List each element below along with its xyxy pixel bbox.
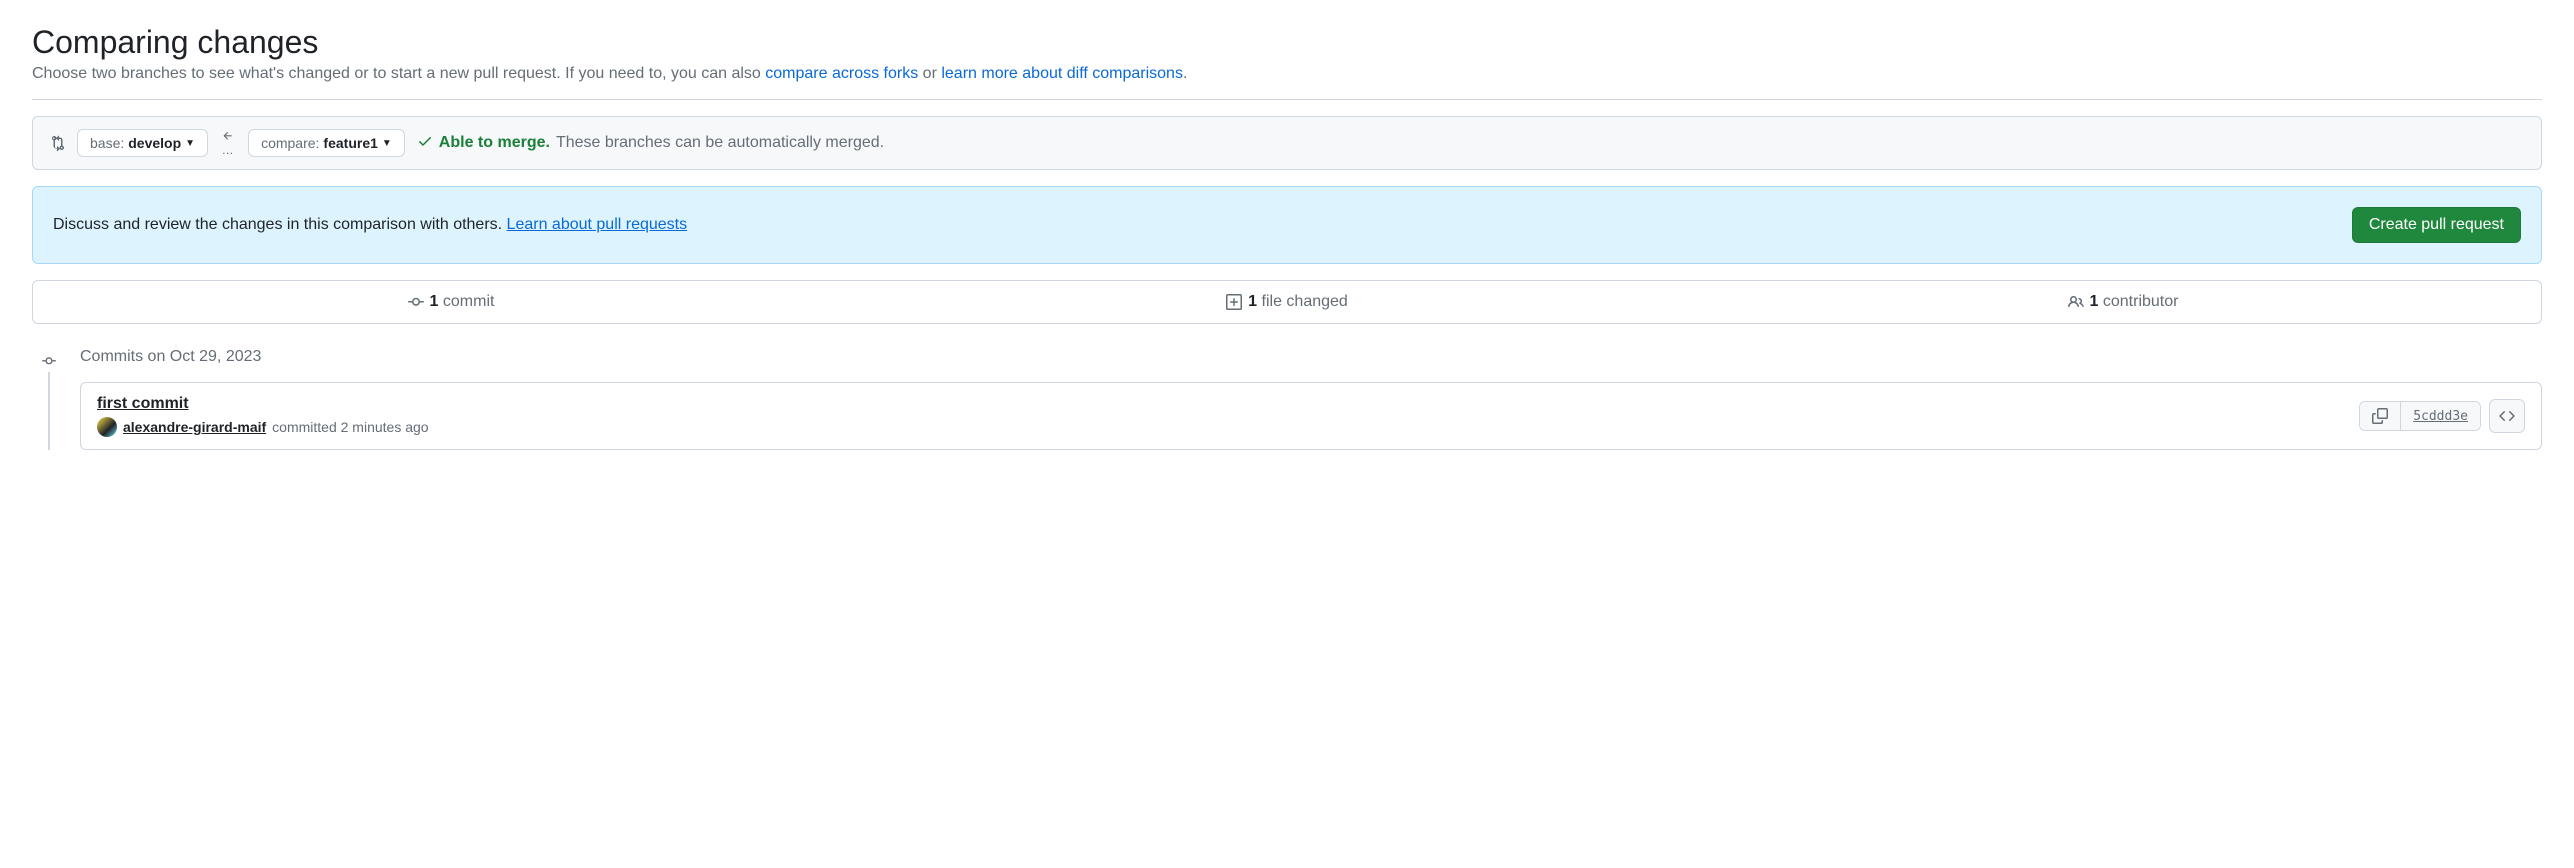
copy-sha-button[interactable] xyxy=(2360,402,2401,430)
commit-author-link[interactable]: alexandre-girard-maif xyxy=(123,419,266,435)
create-pr-banner: Discuss and review the changes in this c… xyxy=(32,186,2542,264)
tab-commits[interactable]: 1 commit xyxy=(33,281,869,323)
subtitle-period: . xyxy=(1183,65,1187,82)
commit-row: first commit alexandre-girard-maif commi… xyxy=(80,382,2542,450)
commit-actions: 5cddd3e xyxy=(2359,399,2525,433)
create-pull-request-button[interactable]: Create pull request xyxy=(2352,207,2521,243)
commit-time-text: committed 2 minutes ago xyxy=(272,419,428,435)
people-icon xyxy=(2068,294,2084,310)
range-editor: base: develop ▼ … compare: feature1 ▼ Ab… xyxy=(32,116,2542,170)
learn-pull-requests-link[interactable]: Learn about pull requests xyxy=(507,216,688,233)
commit-meta: alexandre-girard-maif committed 2 minute… xyxy=(97,417,429,437)
banner-prefix: Discuss and review the changes in this c… xyxy=(53,216,507,233)
arrow-left-icon: … xyxy=(220,130,236,156)
banner-text: Discuss and review the changes in this c… xyxy=(53,216,687,234)
merge-status-text: These branches can be automatically merg… xyxy=(556,134,884,152)
tab-files-changed[interactable]: 1 file changed xyxy=(869,281,1705,323)
commits-date-header: Commits on Oct 29, 2023 xyxy=(80,348,2542,366)
diff-comparisons-link[interactable]: learn more about diff comparisons xyxy=(941,65,1183,82)
file-diff-icon xyxy=(1226,294,1242,310)
merge-able-text: Able to merge. xyxy=(439,134,550,152)
files-count: 1 xyxy=(1248,293,1257,310)
merge-status: Able to merge. These branches can be aut… xyxy=(417,133,884,154)
timeline-line xyxy=(48,372,50,450)
compare-tabs: 1 commit 1 file changed 1 contributor xyxy=(32,280,2542,324)
commit-title-link[interactable]: first commit xyxy=(97,395,429,413)
commit-icon xyxy=(408,294,424,310)
commits-label: commit xyxy=(438,293,494,310)
compare-forks-link[interactable]: compare across forks xyxy=(765,65,918,82)
commits-list: Commits on Oct 29, 2023 first commit ale… xyxy=(32,348,2542,450)
compare-branch-selector[interactable]: compare: feature1 ▼ xyxy=(248,129,405,157)
base-label: base: xyxy=(90,135,124,151)
base-branch-name: develop xyxy=(128,135,181,151)
git-compare-icon xyxy=(49,135,65,151)
subtitle-or: or xyxy=(923,65,942,82)
subtitle-text: Choose two branches to see what's change… xyxy=(32,65,765,82)
contributors-label: contributor xyxy=(2098,293,2178,310)
compare-label: compare: xyxy=(261,135,319,151)
commit-sha-link[interactable]: 5cddd3e xyxy=(2401,402,2480,430)
page-subtitle: Choose two branches to see what's change… xyxy=(32,65,2542,100)
base-branch-selector[interactable]: base: develop ▼ xyxy=(77,129,208,157)
commit-timeline-icon xyxy=(42,354,56,368)
files-label: file changed xyxy=(1257,293,1348,310)
code-icon xyxy=(2499,408,2515,424)
check-icon xyxy=(417,133,433,154)
tab-contributors[interactable]: 1 contributor xyxy=(1705,281,2541,323)
page-title: Comparing changes xyxy=(32,24,2542,61)
browse-code-button[interactable] xyxy=(2489,399,2525,433)
compare-branch-name: feature1 xyxy=(323,135,377,151)
avatar[interactable] xyxy=(97,417,117,437)
caret-down-icon: ▼ xyxy=(185,138,195,149)
caret-down-icon: ▼ xyxy=(382,138,392,149)
